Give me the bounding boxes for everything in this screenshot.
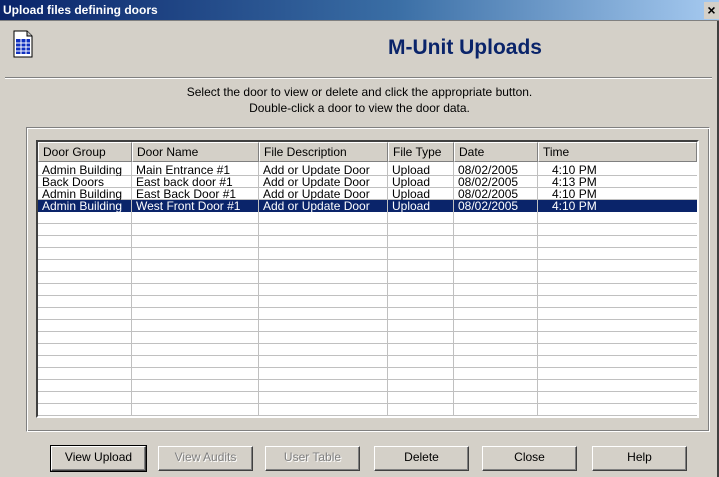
cell-door-group: Admin Building	[42, 200, 123, 212]
cell-time: 4:10 PM	[552, 164, 597, 176]
cell-date: 08/02/2005	[458, 188, 519, 200]
cell-file-type: Upload	[392, 200, 431, 212]
grid-line-vertical	[131, 162, 132, 416]
grid-line-horizontal	[38, 379, 697, 380]
cell-file-type: Upload	[392, 188, 431, 200]
column-header-date[interactable]: Date	[454, 142, 538, 162]
grid-line-horizontal	[38, 367, 697, 368]
grid-line-vertical	[258, 162, 259, 416]
divider	[5, 77, 712, 79]
list-header: Door Group Door Name File Description Fi…	[38, 142, 697, 162]
cell-door-group: Admin Building	[42, 188, 123, 200]
window-title: Upload files defining doors	[3, 3, 158, 17]
table-row[interactable]: Admin Building East Back Door #1 Add or …	[38, 188, 697, 200]
grid-line-horizontal	[38, 235, 697, 236]
cell-file-description: Add or Update Door	[263, 176, 370, 188]
cell-file-description: Add or Update Door	[263, 200, 370, 212]
cell-file-type: Upload	[392, 176, 431, 188]
grid-line-horizontal	[38, 307, 697, 308]
document-icon	[13, 30, 33, 58]
instruction-line-2: Double-click a door to view the door dat…	[249, 101, 470, 115]
column-header-time[interactable]: Time	[538, 142, 697, 162]
grid-line-horizontal	[38, 331, 697, 332]
uploads-list[interactable]: Door Group Door Name File Description Fi…	[36, 140, 699, 418]
cell-door-name: Main Entrance #1	[136, 164, 231, 176]
grid-line-vertical	[453, 162, 454, 416]
close-button[interactable]: Close	[482, 446, 577, 471]
table-row[interactable]: Back Doors East back door #1 Add or Upda…	[38, 176, 697, 188]
cell-date: 08/02/2005	[458, 164, 519, 176]
grid-line-vertical	[387, 162, 388, 416]
cell-date: 08/02/2005	[458, 200, 519, 212]
close-icon[interactable]: ×	[704, 2, 719, 19]
grid-line-horizontal	[38, 295, 697, 296]
delete-button[interactable]: Delete	[374, 446, 469, 471]
grid-line-horizontal	[38, 355, 697, 356]
grid-line-horizontal	[38, 415, 697, 416]
grid-line-horizontal	[38, 223, 697, 224]
cell-door-group: Admin Building	[42, 164, 123, 176]
cell-time: 4:13 PM	[552, 176, 597, 188]
cell-time: 4:10 PM	[552, 200, 597, 212]
cell-door-name: West Front Door #1	[136, 200, 241, 212]
grid-line-horizontal	[38, 319, 697, 320]
cell-file-type: Upload	[392, 164, 431, 176]
instruction-line-1: Select the door to view or delete and cl…	[186, 85, 533, 99]
column-header-door-group[interactable]: Door Group	[38, 142, 132, 162]
view-audits-button[interactable]: View Audits	[158, 446, 253, 471]
grid-line-horizontal	[38, 283, 697, 284]
column-header-file-description[interactable]: File Description	[259, 142, 388, 162]
table-row-selected[interactable]: Admin Building West Front Door #1 Add or…	[38, 200, 697, 212]
cell-file-description: Add or Update Door	[263, 164, 370, 176]
grid-line-horizontal	[38, 391, 697, 392]
grid-line-horizontal	[38, 259, 697, 260]
cell-time: 4:10 PM	[552, 188, 597, 200]
upload-dialog: Upload files defining doors × M-Unit Upl…	[0, 0, 719, 477]
column-header-door-name[interactable]: Door Name	[132, 142, 259, 162]
table-row[interactable]: Admin Building Main Entrance #1 Add or U…	[38, 164, 697, 176]
title-bar[interactable]: Upload files defining doors ×	[0, 0, 719, 21]
cell-door-name: East Back Door #1	[136, 188, 237, 200]
view-upload-button[interactable]: View Upload	[50, 445, 147, 472]
column-header-file-type[interactable]: File Type	[388, 142, 454, 162]
user-table-button[interactable]: User Table	[265, 446, 360, 471]
grid-line-horizontal	[38, 271, 697, 272]
grid-line-horizontal	[38, 247, 697, 248]
cell-door-name: East back door #1	[136, 176, 233, 188]
cell-file-description: Add or Update Door	[263, 188, 370, 200]
help-button[interactable]: Help	[592, 446, 687, 471]
grid-line-horizontal	[38, 343, 697, 344]
cell-door-group: Back Doors	[42, 176, 105, 188]
cell-date: 08/02/2005	[458, 176, 519, 188]
instructions: Select the door to view or delete and cl…	[0, 84, 719, 116]
page-title: M-Unit Uploads	[388, 36, 542, 59]
grid-line-vertical	[537, 162, 538, 416]
grid-line-horizontal	[38, 403, 697, 404]
